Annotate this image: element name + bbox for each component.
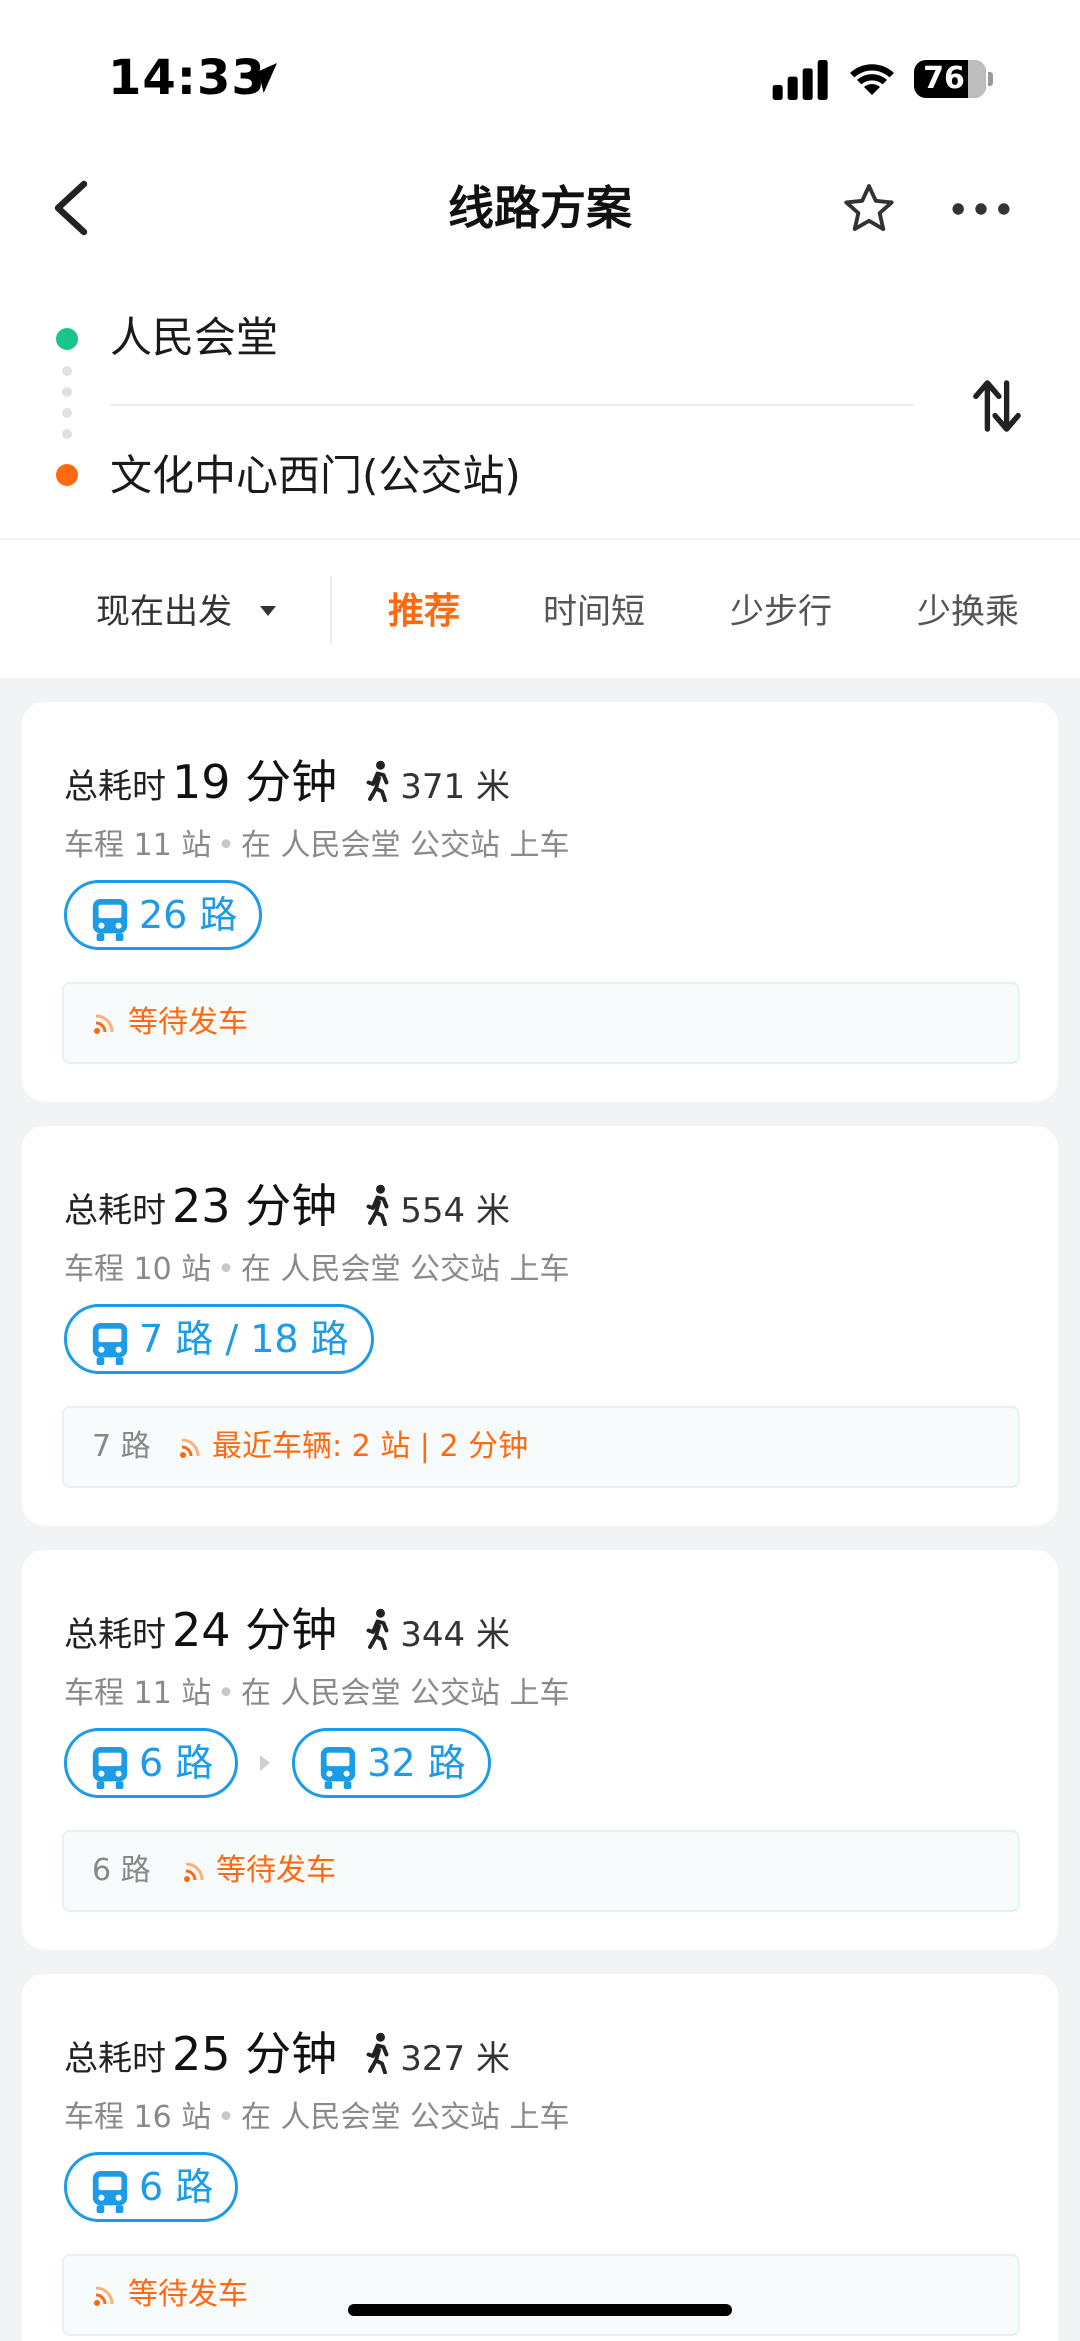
origin-field[interactable]: 人民会堂	[110, 310, 278, 366]
route-plan-card[interactable]: 总耗时 25 分钟 327 米 车程 16 站 • 在 人民会堂 公交站 上车 6 路…	[22, 1974, 1058, 2341]
destination-dot	[56, 464, 78, 486]
wifi-icon	[850, 64, 894, 95]
battery-level: 76	[923, 61, 965, 96]
route-connector	[62, 366, 72, 446]
plan-summary: 总耗时 23 分钟 554 米	[64, 1179, 510, 1233]
battery-indicator: 76	[914, 60, 986, 98]
realtime-status-text: 等待发车	[128, 2277, 248, 2312]
bus-route-chip[interactable]: 6 路	[64, 1728, 239, 1798]
star-icon[interactable]	[840, 180, 898, 238]
realtime-line-name: 7 路	[92, 1429, 151, 1464]
realtime-status-text: 等待发车	[216, 1853, 336, 1888]
chevron-right-icon	[260, 1755, 271, 1771]
plan-summary: 总耗时 19 分钟 371 米	[64, 755, 510, 809]
signal-icon	[772, 60, 828, 100]
tab-recommended[interactable]: 推荐	[388, 582, 460, 642]
realtime-status: 等待发车	[62, 982, 1020, 1064]
realtime-icon	[94, 1014, 114, 1034]
tab-less-walking[interactable]: 少步行	[730, 582, 832, 642]
tab-shortest-time[interactable]: 时间短	[543, 582, 645, 642]
page-title: 线路方案	[448, 181, 632, 235]
depart-time-selector[interactable]: 现在出发	[96, 582, 232, 642]
route-chips: 6 路 32 路	[64, 1728, 491, 1798]
top-panel: 14:33 76 线路方案 人民会堂 文化中心西门(公交站) 现在出发 推荐 时…	[0, 0, 1080, 678]
bus-icon	[321, 1746, 356, 1789]
bus-route-chip[interactable]: 6 路	[64, 2152, 239, 2222]
bus-route-chip[interactable]: 26 路	[64, 880, 263, 950]
route-chips: 6 路	[64, 2152, 239, 2222]
route-plan-card[interactable]: 总耗时 24 分钟 344 米 车程 11 站 • 在 人民会堂 公交站 上车 6 路…	[22, 1550, 1058, 1950]
tab-divider	[330, 576, 332, 644]
origin-dot	[56, 328, 78, 350]
walk-icon	[366, 2032, 389, 2074]
section-divider	[0, 538, 1080, 540]
realtime-icon	[180, 1438, 200, 1458]
walk-icon	[366, 1608, 389, 1650]
realtime-status: 等待发车	[62, 2254, 1020, 2336]
plan-duration: 23 分钟	[172, 1179, 338, 1233]
status-bar: 14:33 76	[0, 0, 1080, 150]
bus-icon	[92, 898, 128, 941]
realtime-status: 7 路 最近车辆: 2 站 | 2 分钟	[62, 1406, 1020, 1488]
plan-detail: 车程 16 站 • 在 人民会堂 公交站 上车	[64, 2100, 570, 2135]
walk-distance: 327 米	[400, 2039, 510, 2079]
destination-field[interactable]: 文化中心西门(公交站)	[110, 448, 521, 504]
route-plan-card[interactable]: 总耗时 23 分钟 554 米 车程 10 站 • 在 人民会堂 公交站 上车 7 路…	[22, 1126, 1058, 1526]
realtime-line-name: 6 路	[92, 1853, 151, 1888]
plan-duration: 24 分钟	[172, 1603, 338, 1657]
more-icon[interactable]	[950, 190, 1012, 228]
location-arrow-icon	[247, 63, 277, 93]
bus-icon	[92, 2170, 128, 2213]
plan-duration: 19 分钟	[172, 755, 338, 809]
caret-down-icon	[260, 606, 276, 616]
tab-fewer-transfers[interactable]: 少换乘	[917, 582, 1019, 642]
realtime-icon	[184, 1862, 204, 1882]
walk-distance: 371 米	[400, 767, 510, 807]
realtime-status-text: 最近车辆: 2 站 | 2 分钟	[212, 1429, 529, 1464]
plan-detail: 车程 11 站 • 在 人民会堂 公交站 上车	[64, 828, 570, 863]
route-plan-card[interactable]: 总耗时 19 分钟 371 米 车程 11 站 • 在 人民会堂 公交站 上车 26 …	[22, 702, 1058, 1102]
plan-detail: 车程 10 站 • 在 人民会堂 公交站 上车	[64, 1252, 570, 1287]
walk-distance: 554 米	[400, 1191, 510, 1231]
bus-icon	[92, 1322, 128, 1365]
walk-icon	[366, 1184, 389, 1226]
input-divider	[110, 404, 914, 406]
plan-duration: 25 分钟	[172, 2027, 338, 2081]
realtime-icon	[94, 2286, 114, 2306]
home-indicator[interactable]	[348, 2304, 732, 2316]
bus-route-chip[interactable]: 7 路 / 18 路	[64, 1304, 374, 1374]
route-chips: 7 路 / 18 路	[64, 1304, 374, 1374]
realtime-status-text: 等待发车	[128, 1005, 248, 1040]
bus-icon	[92, 1746, 128, 1789]
route-chips: 26 路	[64, 880, 263, 950]
plan-summary: 总耗时 24 分钟 344 米	[64, 1603, 510, 1657]
plan-detail: 车程 11 站 • 在 人民会堂 公交站 上车	[64, 1676, 570, 1711]
walk-icon	[366, 760, 389, 802]
bus-route-chip[interactable]: 32 路	[292, 1728, 491, 1798]
swap-icon[interactable]	[972, 376, 1022, 436]
battery-cap	[988, 72, 993, 86]
walk-distance: 344 米	[400, 1615, 510, 1655]
plan-summary: 总耗时 25 分钟 327 米	[64, 2027, 510, 2081]
realtime-status: 6 路 等待发车	[62, 1830, 1020, 1912]
